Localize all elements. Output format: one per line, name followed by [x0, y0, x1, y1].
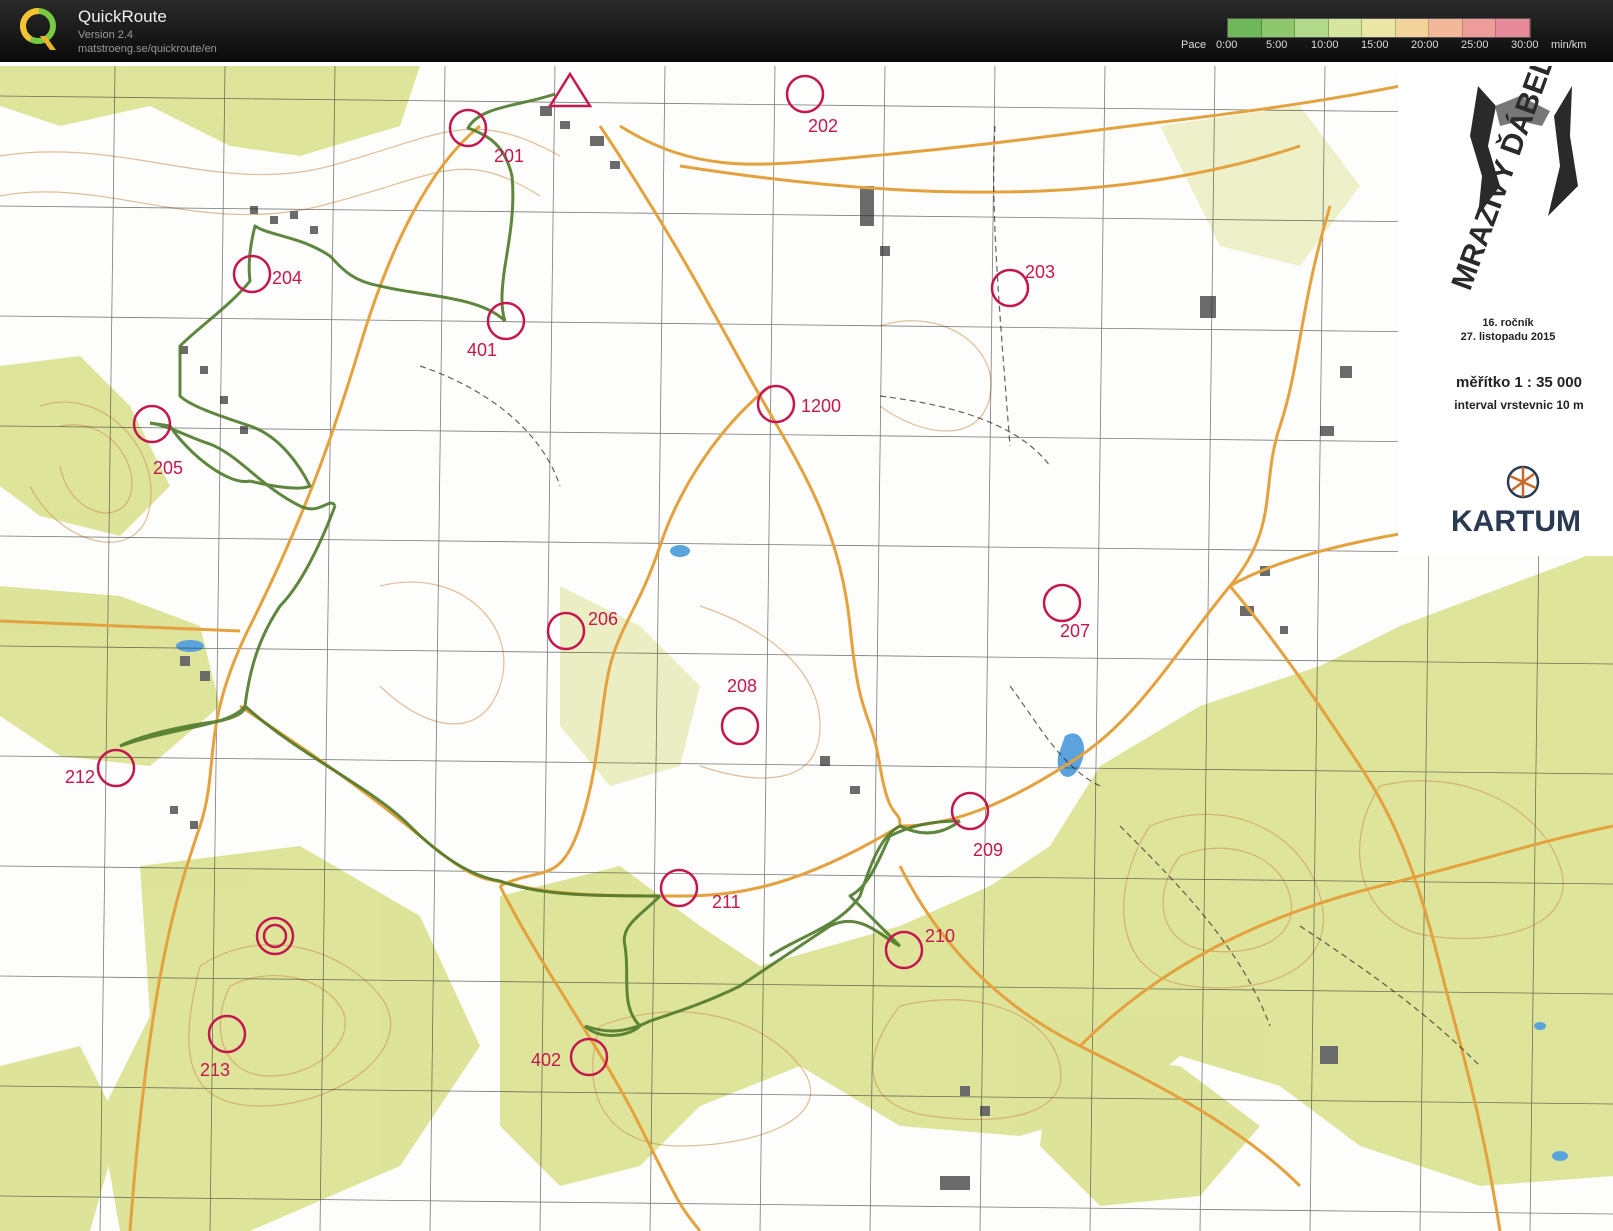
pace-tick: 15:00	[1361, 39, 1389, 51]
control-label: 209	[973, 840, 1003, 860]
control-label: 207	[1060, 621, 1090, 641]
publisher-name: KARTUM	[1451, 505, 1581, 538]
control-label: 211	[712, 892, 741, 912]
pace-color-cell	[1462, 19, 1497, 37]
control-label: 213	[200, 1060, 230, 1080]
control-label: 206	[588, 609, 618, 629]
control-label: 203	[1025, 262, 1055, 282]
contour-interval: interval vrstevnic 10 m	[1454, 398, 1583, 412]
pace-color-cell	[1395, 19, 1430, 37]
pace-tick: 20:00	[1411, 39, 1439, 51]
control-label: 212	[65, 767, 95, 787]
control-label: 204	[272, 268, 302, 288]
app-version: Version 2.4	[78, 29, 134, 41]
quickroute-logo-icon	[19, 8, 56, 50]
pace-tick: 0:00	[1216, 39, 1238, 51]
app-title: QuickRoute	[78, 7, 167, 26]
orienteering-map[interactable]: MRAZIVÝ ĎÁBEL 16. ročník 27. listopadu 2…	[0, 66, 1613, 1231]
control-label: 205	[153, 458, 183, 478]
pace-color-scale	[1227, 18, 1531, 38]
control-label: 401	[467, 340, 497, 360]
control-label: 201	[494, 146, 524, 166]
event-edition: 16. ročník	[1482, 317, 1534, 329]
control-label: 202	[808, 116, 838, 136]
pace-color-cell	[1295, 19, 1329, 37]
map-scale: měřítko 1 : 35 000	[1456, 374, 1582, 391]
pace-color-cell	[1228, 19, 1262, 37]
pace-color-cell	[1362, 19, 1396, 37]
pace-tick: 5:00	[1266, 39, 1288, 51]
pace-color-cell	[1328, 19, 1363, 37]
pace-label: Pace	[1181, 39, 1207, 51]
control-label: 402	[531, 1050, 561, 1070]
legend-panel: MRAZIVÝ ĎÁBEL 16. ročník 27. listopadu 2…	[1398, 66, 1613, 556]
pace-color-cell	[1496, 19, 1530, 37]
event-date: 27. listopadu 2015	[1461, 331, 1556, 343]
pace-tick: 30:00	[1511, 39, 1539, 51]
app-header: QuickRoute Version 2.4 matstroeng.se/qui…	[0, 0, 1613, 62]
pace-tick: 25:00	[1461, 39, 1489, 51]
app-url[interactable]: matstroeng.se/quickroute/en	[78, 43, 217, 55]
control-label: 210	[925, 926, 955, 946]
pace-unit: min/km	[1551, 39, 1587, 51]
pace-tick: 10:00	[1311, 39, 1339, 51]
pace-color-cell	[1429, 19, 1463, 37]
control-label: 208	[727, 676, 757, 696]
pace-color-cell	[1261, 19, 1296, 37]
control-label: 1200	[801, 396, 841, 416]
